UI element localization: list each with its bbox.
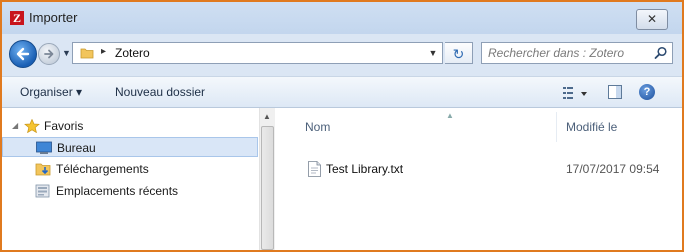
navigation-pane: ◢ Favoris Bureau Téléchargements Emplace… bbox=[2, 108, 258, 250]
address-bar[interactable]: ▸ Zotero ▼ bbox=[72, 42, 443, 64]
sidebar-item-emplacements-recents[interactable]: Emplacements récents bbox=[2, 181, 258, 201]
window-title: Importer bbox=[29, 10, 78, 25]
preview-pane-icon[interactable] bbox=[608, 85, 622, 99]
downloads-folder-icon bbox=[35, 163, 51, 176]
scrollbar-thumb[interactable] bbox=[261, 126, 274, 250]
scroll-up-arrow-icon[interactable]: ▲ bbox=[263, 112, 271, 121]
command-bar: Organiser ▾ Nouveau dossier ? bbox=[2, 76, 682, 108]
column-header-nom[interactable]: Nom bbox=[305, 120, 330, 134]
navigation-scrollbar[interactable]: ▲ bbox=[259, 108, 275, 250]
file-list: ▲ Nom Modifié le Test Library.txt 17/07/… bbox=[276, 108, 682, 250]
recent-pages-dropdown[interactable]: ▼ bbox=[62, 48, 71, 58]
help-icon[interactable]: ? bbox=[639, 84, 655, 100]
desktop-icon bbox=[36, 141, 52, 154]
change-view-icon[interactable] bbox=[562, 85, 592, 101]
forward-arrow-icon bbox=[44, 49, 54, 59]
close-button[interactable]: ✕ bbox=[636, 9, 668, 30]
column-divider[interactable] bbox=[556, 112, 557, 142]
refresh-icon: ↻ bbox=[452, 46, 465, 62]
importer-dialog: Z Importer ✕ ▼ ▸ Zotero ▼ ↻ Rechercher d… bbox=[0, 0, 684, 252]
recent-places-icon bbox=[35, 184, 50, 198]
sidebar-item-label: Emplacements récents bbox=[56, 184, 179, 198]
address-dropdown-button[interactable]: ▼ bbox=[424, 43, 442, 63]
refresh-button[interactable]: ↻ bbox=[445, 42, 473, 64]
collapse-triangle-icon[interactable]: ◢ bbox=[12, 121, 18, 130]
sidebar-item-label: Téléchargements bbox=[56, 162, 149, 176]
forward-button[interactable] bbox=[38, 43, 60, 65]
new-folder-button[interactable]: Nouveau dossier bbox=[115, 85, 205, 99]
favoris-label: Favoris bbox=[44, 119, 84, 133]
zotero-app-icon: Z bbox=[10, 11, 24, 25]
title-bar[interactable]: Z Importer ✕ bbox=[2, 2, 682, 34]
nav-group-favoris[interactable]: ◢ Favoris bbox=[2, 116, 258, 136]
organiser-menu-button[interactable]: Organiser ▾ bbox=[20, 85, 82, 99]
search-field[interactable]: Rechercher dans : Zotero bbox=[481, 42, 673, 64]
content-area: ◢ Favoris Bureau Téléchargements Emplace… bbox=[2, 108, 682, 250]
folder-icon bbox=[80, 48, 94, 59]
navigation-bar: ▼ ▸ Zotero ▼ ↻ Rechercher dans : Zotero bbox=[2, 34, 682, 76]
back-button[interactable] bbox=[9, 40, 37, 68]
column-header-modifie-le[interactable]: Modifié le bbox=[566, 120, 617, 134]
close-icon: ✕ bbox=[646, 12, 658, 26]
sort-indicator-icon: ▲ bbox=[446, 111, 454, 120]
sidebar-item-bureau[interactable]: Bureau bbox=[2, 137, 258, 157]
search-icon[interactable] bbox=[654, 46, 668, 60]
breadcrumb-zotero[interactable]: Zotero bbox=[115, 46, 150, 60]
sidebar-item-telechargements[interactable]: Téléchargements bbox=[2, 159, 258, 179]
file-modified-date: 17/07/2017 09:54 bbox=[566, 162, 660, 176]
table-row[interactable]: Test Library.txt 17/07/2017 09:54 bbox=[276, 158, 682, 180]
sidebar-item-label: Bureau bbox=[57, 141, 96, 155]
breadcrumb-separator[interactable]: ▸ bbox=[101, 46, 106, 57]
star-icon bbox=[24, 119, 40, 133]
text-file-icon bbox=[308, 161, 321, 177]
back-arrow-icon bbox=[16, 47, 30, 61]
search-placeholder: Rechercher dans : Zotero bbox=[488, 46, 625, 60]
file-name: Test Library.txt bbox=[326, 162, 404, 176]
